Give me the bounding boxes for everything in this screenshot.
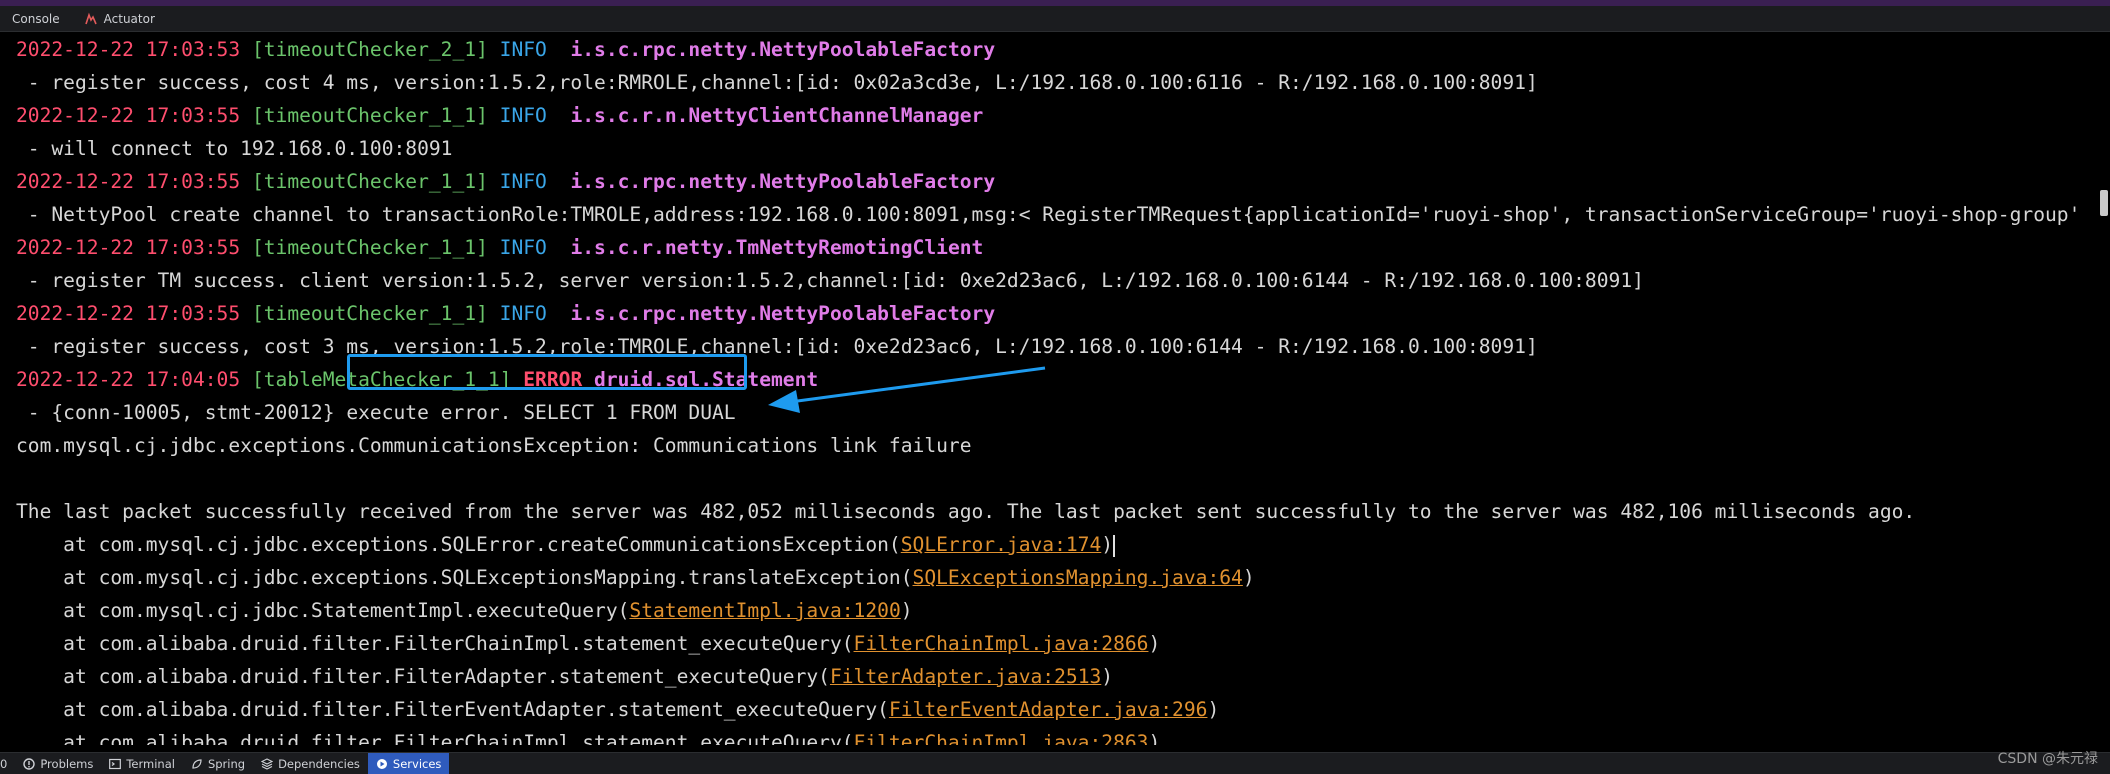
exception-line: com.mysql.cj.jdbc.exceptions.Communicati…: [16, 434, 972, 457]
services-icon: [376, 758, 388, 770]
log-thread: [timeoutChecker_1_1]: [251, 170, 488, 193]
stack-frame: at com.mysql.cj.jdbc.exceptions.SQLError…: [16, 528, 1116, 561]
stack-frame-text: at com.alibaba.druid.filter.FilterEventA…: [16, 698, 889, 721]
log-logger: i.s.c.r.netty.TmNettyRemotingClient: [570, 236, 984, 259]
stack-frame: at com.mysql.cj.jdbc.StatementImpl.execu…: [16, 594, 913, 627]
log-timestamp: 2022-12-22 17:03:55: [16, 170, 241, 193]
log-logger: i.s.c.rpc.netty.NettyPoolableFactory: [570, 170, 996, 193]
log-line: 2022-12-22 17:03:55 [timeoutChecker_1_1]…: [16, 297, 995, 330]
stack-frame-close: ): [1148, 731, 1161, 745]
log-line: 2022-12-22 17:03:53 [timeoutChecker_2_1]…: [16, 33, 995, 66]
log-logger: i.s.c.rpc.netty.NettyPoolableFactory: [570, 302, 996, 325]
log-level: INFO: [499, 170, 547, 193]
log-line: 2022-12-22 17:03:55 [timeoutChecker_1_1]…: [16, 231, 983, 264]
services-label: Services: [392, 756, 442, 771]
log-message: - NettyPool create channel to transactio…: [16, 203, 2081, 226]
stack-frame-text: at com.mysql.cj.jdbc.exceptions.SQLError…: [16, 533, 901, 556]
log-thread: [timeoutChecker_1_1]: [251, 104, 488, 127]
stack-frame: at com.alibaba.druid.filter.FilterEventA…: [16, 693, 1219, 726]
watermark: CSDN @朱元禄: [1997, 751, 2098, 767]
log-thread: [timeoutChecker_2_1]: [251, 38, 488, 61]
log-level: INFO: [499, 104, 547, 127]
source-link[interactable]: FilterEventAdapter.java:296: [889, 698, 1208, 721]
stack-frame-close: ): [1207, 698, 1220, 721]
console-tab-label: Console: [12, 11, 60, 26]
source-link[interactable]: FilterAdapter.java:2513: [830, 665, 1101, 688]
log-thread: [timeoutChecker_1_1]: [251, 302, 488, 325]
log-timestamp: 2022-12-22 17:03:55: [16, 236, 241, 259]
stack-frame-close: ): [1148, 632, 1161, 655]
spring-icon: [191, 758, 203, 770]
actuator-tab-label: Actuator: [103, 11, 155, 26]
stack-frame-close: ): [900, 599, 913, 622]
tab-console[interactable]: Console: [0, 6, 72, 32]
log-message-prefix: - {conn-10005, stmt-20012}: [16, 401, 347, 424]
highlight-annotation-box: [347, 354, 747, 390]
log-timestamp: 2022-12-22 17:03:53: [16, 38, 241, 61]
bottom-tool-window-bar: 0 Problems Terminal Spring Dependencies …: [0, 752, 2110, 774]
terminal-icon: [109, 758, 122, 770]
actuator-icon: [84, 12, 98, 26]
console-output[interactable]: 2022-12-22 17:03:53 [timeoutChecker_2_1]…: [0, 33, 2110, 745]
log-message: - {conn-10005, stmt-20012} execute error…: [16, 396, 736, 429]
log-thread: [timeoutChecker_1_1]: [251, 236, 488, 259]
stack-frame-text: at com.mysql.cj.jdbc.StatementImpl.execu…: [16, 599, 630, 622]
exception-detail: The last packet successfully received fr…: [16, 500, 1916, 523]
log-logger: i.s.c.r.n.NettyClientChannelManager: [570, 104, 984, 127]
log-line: 2022-12-22 17:03:55 [timeoutChecker_1_1]…: [16, 165, 995, 198]
stack-frame-text: at com.alibaba.druid.filter.FilterChainI…: [16, 632, 854, 655]
spring-label: Spring: [207, 756, 246, 771]
log-message: - register success, cost 4 ms, version:1…: [16, 71, 1538, 94]
problems-icon: [23, 757, 36, 770]
stack-frame: at com.alibaba.druid.filter.FilterChainI…: [16, 627, 1160, 660]
highlighted-error-text: execute error. SELECT 1 FROM DUAL: [346, 401, 736, 424]
log-message: - will connect to 192.168.0.100:8091: [16, 137, 453, 160]
log-level: INFO: [499, 38, 547, 61]
log-level: INFO: [499, 302, 547, 325]
log-timestamp: 2022-12-22 17:03:55: [16, 104, 241, 127]
source-link[interactable]: StatementImpl.java:1200: [629, 599, 900, 622]
stack-frame: at com.alibaba.druid.filter.FilterAdapte…: [16, 660, 1113, 693]
stack-frame-close: ): [1101, 665, 1114, 688]
log-message: - register success, cost 3 ms, version:1…: [16, 335, 1538, 358]
tab-problems[interactable]: Problems: [15, 753, 101, 774]
tool-window-tabbar: Console Actuator: [0, 6, 2110, 32]
stack-frame-close: ): [1242, 566, 1255, 589]
stack-frame-text: at com.mysql.cj.jdbc.exceptions.SQLExcep…: [16, 566, 913, 589]
log-message: - register TM success. client version:1.…: [16, 269, 1644, 292]
stack-frame-close: ): [1101, 533, 1114, 556]
stack-frame-text: at com.alibaba.druid.filter.FilterAdapte…: [16, 665, 830, 688]
terminal-label: Terminal: [126, 756, 175, 771]
stack-frame: at com.alibaba.druid.filter.FilterChainI…: [16, 726, 1160, 745]
source-link[interactable]: FilterChainImpl.java:2863: [854, 731, 1149, 745]
tab-actuator[interactable]: Actuator: [72, 6, 167, 32]
source-link[interactable]: FilterChainImpl.java:2866: [854, 632, 1149, 655]
text-cursor: [1113, 534, 1116, 557]
log-logger: i.s.c.rpc.netty.NettyPoolableFactory: [570, 38, 996, 61]
log-line: 2022-12-22 17:03:55 [timeoutChecker_1_1]…: [16, 99, 983, 132]
stack-frame-text: at com.alibaba.druid.filter.FilterChainI…: [16, 731, 854, 745]
tab-services[interactable]: Services: [367, 752, 450, 774]
dependencies-label: Dependencies: [278, 756, 360, 771]
log-timestamp: 2022-12-22 17:04:05: [16, 368, 241, 391]
tab-spring[interactable]: Spring: [183, 753, 253, 774]
log-level: INFO: [499, 236, 547, 259]
vertical-scrollbar-thumb[interactable]: [2100, 190, 2108, 216]
source-link[interactable]: SQLError.java:174: [901, 533, 1102, 556]
dependencies-icon: [260, 757, 274, 770]
tab-terminal[interactable]: Terminal: [101, 753, 183, 774]
tab-dependencies[interactable]: Dependencies: [253, 753, 368, 774]
log-timestamp: 2022-12-22 17:03:55: [16, 302, 241, 325]
source-link[interactable]: SQLExceptionsMapping.java:64: [913, 566, 1243, 589]
status-zero: 0: [0, 756, 8, 771]
problems-label: Problems: [40, 756, 94, 771]
stack-frame: at com.mysql.cj.jdbc.exceptions.SQLExcep…: [16, 561, 1255, 594]
